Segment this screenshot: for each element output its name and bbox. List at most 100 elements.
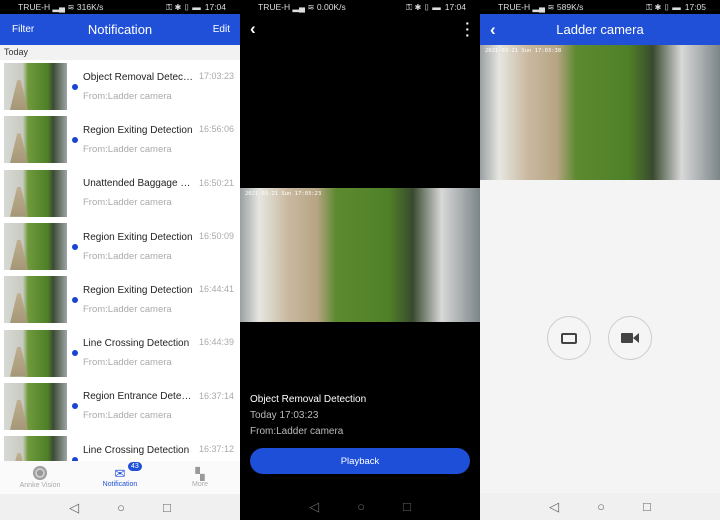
tab-notification[interactable]: ✉ 43 Notification (80, 461, 160, 494)
tab-annke-vision[interactable]: Annke Vision (0, 461, 80, 494)
item-time: 16:37:12 (198, 444, 234, 455)
event-thumbnail (4, 329, 67, 377)
camera-lens-icon (33, 466, 47, 480)
video-camera-icon (621, 333, 639, 343)
playback-button[interactable]: Playback (250, 448, 470, 474)
notification-item[interactable]: Region Exiting Detection From:Ladder cam… (0, 220, 240, 273)
more-options-icon[interactable]: · · · (465, 16, 470, 42)
filter-button[interactable]: Filter (12, 24, 34, 35)
page-title: Notification (87, 22, 153, 37)
event-video[interactable]: 2021-03-21 Sun 17:03:23 (240, 188, 480, 322)
item-source: From:Ladder camera (83, 303, 172, 315)
notification-item[interactable]: Region Exiting Detection From:Ladder cam… (0, 273, 240, 326)
item-source: From:Ladder camera (83, 90, 172, 102)
grid-icon: ▚ (195, 467, 205, 481)
notification-item[interactable]: Region Entrance Detect... From:Ladder ca… (0, 380, 240, 433)
item-time: 17:03:23 (198, 71, 234, 81)
notification-item[interactable]: Line Crossing Detection From:Ladder came… (0, 433, 240, 461)
item-title: Object Removal Detecti... (83, 71, 195, 83)
video-timestamp: 2021-03-21 Sun 17:03:23 (245, 191, 322, 197)
item-time: 16:56:06 (198, 124, 234, 135)
event-thumbnail (4, 436, 67, 461)
item-source: From:Ladder camera (83, 250, 172, 262)
item-time: 16:50:21 (198, 177, 234, 188)
carrier: TRUE-H (498, 1, 531, 12)
live-view-screen: TRUE-H ▂▄ ≋ 589K/s ⚿ ✱ ▯ ▬ 17:05 ‹ Ladder… (480, 0, 720, 520)
event-thumbnail (4, 116, 67, 164)
system-nav: ◁ ○ □ (0, 494, 240, 520)
recents-nav-icon[interactable]: □ (643, 499, 651, 514)
item-time: 16:44:41 (198, 284, 234, 295)
event-time: Today 17:03:23 (250, 410, 319, 421)
net-speed: 0.00K/s (316, 1, 346, 12)
event-thumbnail (4, 223, 67, 271)
item-time: 16:50:09 (198, 230, 234, 241)
home-nav-icon[interactable]: ○ (357, 499, 365, 514)
carrier: TRUE-H (258, 1, 291, 12)
notification-item[interactable]: Region Exiting Detection From:Ladder cam… (0, 113, 240, 166)
item-time: 16:44:39 (198, 337, 234, 348)
item-title: Region Entrance Detect... (83, 391, 195, 403)
status-bar: TRUE-H ▂▄ ≋ 316K/s ⚿ ✱ ▯ ▬ 17:04 (0, 0, 240, 14)
home-nav-icon[interactable]: ○ (117, 500, 125, 515)
notification-item[interactable]: Object Removal Detecti... From:Ladder ca… (0, 60, 240, 113)
item-time: 16:37:14 (198, 390, 234, 401)
back-icon[interactable]: ‹ (490, 20, 496, 40)
system-nav: ◁ ○ □ (240, 493, 480, 520)
item-title: Region Exiting Detection (83, 124, 193, 136)
system-nav: ◁ ○ □ (480, 493, 720, 520)
header: ‹ · · · (240, 14, 480, 45)
live-video[interactable]: 2021-03-21 Sun 17:03:38 (480, 45, 720, 180)
back-nav-icon[interactable]: ◁ (69, 500, 79, 516)
notification-item[interactable]: Unattended Baggage D... From:Ladder came… (0, 167, 240, 220)
unread-dot (72, 243, 78, 250)
carrier: TRUE-H (18, 1, 51, 12)
notification-item[interactable]: Line Crossing Detection From:Ladder came… (0, 326, 240, 379)
recents-nav-icon[interactable]: □ (403, 499, 411, 514)
clock: 17:05 (684, 2, 706, 12)
tab-label: Notification (102, 481, 138, 488)
back-nav-icon[interactable]: ◁ (549, 499, 559, 515)
event-thumbnail (4, 63, 67, 111)
back-nav-icon[interactable]: ◁ (309, 499, 319, 515)
page-title: Ladder camera (556, 22, 644, 37)
home-nav-icon[interactable]: ○ (597, 499, 605, 514)
clock: 17:04 (204, 2, 226, 12)
header: Filter Notification Edit (0, 14, 240, 45)
notification-list[interactable]: Object Removal Detecti... From:Ladder ca… (0, 60, 240, 461)
recents-nav-icon[interactable]: □ (163, 500, 171, 515)
item-title: Unattended Baggage D... (83, 178, 195, 190)
tab-label: More (192, 481, 208, 488)
unread-dot (72, 296, 78, 303)
event-detail-screen: TRUE-H ▂▄ ≋ 0.00K/s ⚿ ✱ ▯ ▬ 17:04 ‹ · · · 2… (240, 0, 480, 520)
notification-screen: TRUE-H ▂▄ ≋ 316K/s ⚿ ✱ ▯ ▬ 17:04 Filter N… (0, 0, 240, 520)
video-timestamp: 2021-03-21 Sun 17:03:38 (485, 48, 562, 54)
item-source: From:Ladder camera (83, 410, 172, 422)
unread-dot (72, 403, 78, 410)
tab-bar: Annke Vision ✉ 43 Notification ▚ More (0, 461, 240, 494)
item-source: From:Ladder camera (83, 197, 172, 209)
mail-icon: ✉ (114, 466, 126, 481)
snapshot-button[interactable] (547, 316, 591, 360)
tab-more[interactable]: ▚ More (160, 461, 240, 494)
record-button[interactable] (608, 316, 652, 360)
item-title: Line Crossing Detection (83, 444, 190, 456)
item-title: Region Exiting Detection (83, 284, 193, 296)
unread-dot (72, 350, 78, 357)
unread-badge: 43 (128, 462, 142, 471)
unread-dot (72, 83, 78, 90)
edit-button[interactable]: Edit (213, 24, 230, 35)
event-source: From:Ladder camera (250, 426, 344, 437)
net-speed: 589K/s (556, 1, 584, 12)
status-bar: TRUE-H ▂▄ ≋ 0.00K/s ⚿ ✱ ▯ ▬ 17:04 (240, 0, 480, 14)
status-bar: TRUE-H ▂▄ ≋ 589K/s ⚿ ✱ ▯ ▬ 17:05 (480, 0, 720, 14)
event-title: Object Removal Detection (250, 394, 367, 405)
back-icon[interactable]: ‹ (250, 19, 256, 39)
unread-dot (72, 136, 78, 143)
item-title: Line Crossing Detection (83, 338, 190, 350)
section-header: Today (0, 45, 240, 60)
clock: 17:04 (444, 2, 466, 12)
header: ‹ Ladder camera (480, 14, 720, 45)
event-thumbnail (4, 276, 67, 324)
tab-label: Annke Vision (19, 482, 61, 489)
